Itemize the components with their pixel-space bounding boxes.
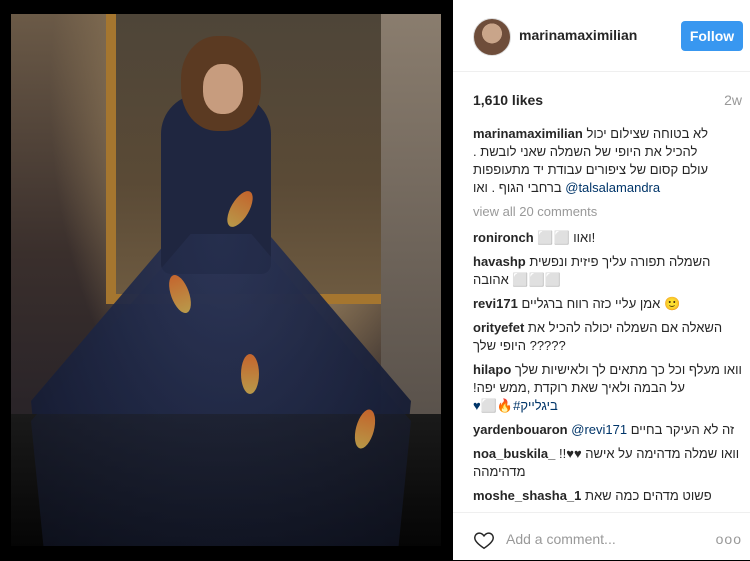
caption-text: לא בטוחה שצילום יכול xyxy=(586,126,709,141)
face xyxy=(203,64,243,114)
view-all-comments-link[interactable]: view all 20 comments xyxy=(473,203,748,221)
comment-text: וואו מעלף וכל כך מתאים לך ולאישיות שלך ע… xyxy=(473,362,742,395)
post-header: marinamaximilian Follow xyxy=(453,0,750,72)
follow-button[interactable]: Follow xyxy=(681,21,743,51)
comment-username[interactable]: havashp xyxy=(473,254,526,269)
comment: moshe_shasha_1 פשוט מדהים כמה שאת xyxy=(473,487,748,505)
comment: noa_buskila_ וואו שמלה מדהימה על אישה ♥♥… xyxy=(473,445,748,481)
comment-username[interactable]: yardenbouaron xyxy=(473,422,568,437)
caption-mention[interactable]: @talsalamandra xyxy=(565,180,660,195)
comment-hashtag[interactable]: ‎♥⬜🔥#ביגלייק xyxy=(473,398,558,413)
comment-username[interactable]: revi171 xyxy=(473,296,518,311)
like-heart-icon[interactable] xyxy=(473,529,495,551)
comment-text: !ואוו ⬜⬜ xyxy=(537,230,596,245)
caption-text: עולם קסום של ציפורים עבודת יד מתעופפות xyxy=(473,162,709,177)
comment: havashp השמלה תפורה עליך פיזית ונפשית ⬜⬜… xyxy=(473,253,748,289)
comments-list: marinamaximilian לא בטוחה שצילום יכול לה… xyxy=(473,125,748,510)
caption: marinamaximilian לא בטוחה שצילום יכול לה… xyxy=(473,125,748,197)
comment-text: פשוט מדהים כמה שאת xyxy=(585,488,712,503)
caption-username[interactable]: marinamaximilian xyxy=(473,126,583,141)
comment: hilapo וואו מעלף וכל כך מתאים לך ולאישיו… xyxy=(473,361,748,415)
comment-text: זה לא העיקר בחיים xyxy=(630,422,735,437)
comment-username[interactable]: orityefet xyxy=(473,320,524,335)
caption-text: להכיל את היופי של השמלה שאני לובשת . xyxy=(473,144,698,159)
comment: yardenbouaron @revi171 זה לא העיקר בחיים xyxy=(473,421,748,439)
bird-embroidery xyxy=(241,354,259,394)
post-age[interactable]: 2w xyxy=(724,92,742,108)
comment: ronironch !ואוו ⬜⬜ xyxy=(473,229,748,247)
more-options-icon[interactable]: ooo xyxy=(716,531,742,547)
comment-mention[interactable]: @revi171 xyxy=(571,422,627,437)
username-link[interactable]: marinamaximilian xyxy=(519,27,637,43)
comment: orityefet השאלה אם השמלה יכולה להכיל את … xyxy=(473,319,748,355)
comment-username[interactable]: moshe_shasha_1 xyxy=(473,488,581,503)
likes-count[interactable]: 1,610 likes xyxy=(473,92,543,108)
comment-text: 🙂 אמן עליי כזה רווח ברגליים xyxy=(521,296,681,311)
add-comment-input[interactable]: Add a comment... xyxy=(506,531,616,547)
caption-text: ברחבי הגוף . ואו xyxy=(473,180,562,195)
avatar[interactable] xyxy=(473,18,511,56)
comment-username[interactable]: hilapo xyxy=(473,362,511,377)
photo-area xyxy=(0,0,453,560)
comment-username[interactable]: noa_buskila_ xyxy=(473,446,555,461)
post-photo[interactable] xyxy=(11,14,441,546)
comment-username[interactable]: ronironch xyxy=(473,230,534,245)
post-side-panel: marinamaximilian Follow 1,610 likes 2w m… xyxy=(453,0,750,560)
comment-footer: Add a comment... ooo xyxy=(453,512,750,561)
comment: revi171 🙂 אמן עליי כזה רווח ברגליים xyxy=(473,295,748,313)
